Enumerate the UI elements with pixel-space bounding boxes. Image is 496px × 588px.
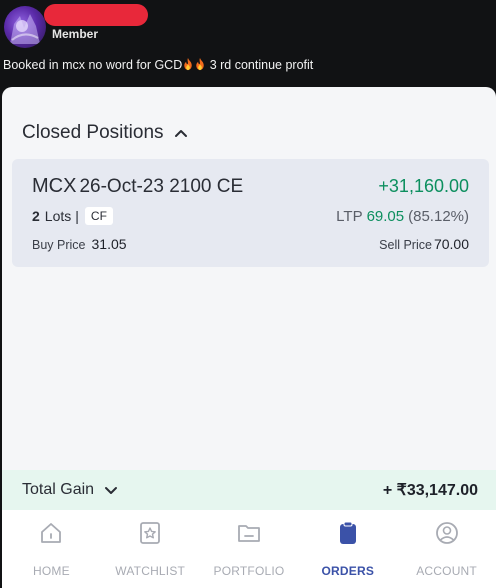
trading-app: Closed Positions MCX 26-Oct-23 2100 CE +3… — [2, 87, 496, 588]
buy-price-label: Buy Price — [32, 238, 86, 252]
contract-label: 26-Oct-23 2100 CE — [79, 176, 244, 197]
sell-price: Sell Price 70.00 — [379, 236, 469, 254]
nav-label-orders: ORDERS — [321, 564, 375, 578]
home-icon — [41, 523, 62, 543]
nav-account[interactable]: ACCOUNT — [397, 510, 496, 588]
nav-orders[interactable]: ORDERS — [298, 510, 397, 588]
folder-icon — [238, 525, 260, 542]
fire-icon — [184, 58, 192, 71]
role-badge: Member — [52, 27, 99, 41]
chat-message: Booked in mcx no word for GCD 3 rd conti… — [3, 58, 313, 72]
exchange-label: MCX — [32, 175, 77, 197]
sell-price-value: 70.00 — [433, 236, 469, 252]
nav-label-watchlist: WATCHLIST — [115, 564, 186, 578]
instrument-name: MCX 26-Oct-23 2100 CE — [32, 175, 243, 198]
total-gain-label: Total Gain — [22, 481, 95, 498]
bottom-nav: HOME WATCHLIST PORTFOLIO ORDERS ACCOUNT — [2, 510, 496, 588]
buy-price-value: 31.05 — [91, 236, 127, 252]
nav-portfolio[interactable]: PORTFOLIO — [200, 510, 299, 588]
message-text: Booked in mcx no word for GCD — [3, 58, 183, 72]
ltp-value: 69.05 — [366, 207, 405, 225]
clipboard-icon — [339, 521, 356, 544]
product-badge: CF — [84, 207, 113, 225]
nav-label-account: ACCOUNT — [416, 564, 477, 578]
chat-header: Member Booked in mcx no word for GCD 3 r… — [0, 0, 496, 86]
lots-info: 2 Lots | CF — [32, 207, 113, 225]
account-icon — [435, 522, 458, 544]
message-text-tail: 3 rd continue profit — [206, 58, 314, 72]
chevron-up-icon[interactable] — [174, 126, 188, 140]
ltp-label: LTP — [336, 207, 363, 225]
nav-home[interactable]: HOME — [2, 510, 101, 588]
position-card[interactable]: MCX 26-Oct-23 2100 CE +31,160.00 2 Lots |… — [12, 159, 489, 267]
star-icon — [140, 522, 161, 544]
nav-label-home: HOME — [32, 564, 70, 578]
lots-separator: | — [75, 208, 79, 224]
section-title: Closed Positions — [22, 122, 164, 143]
sell-price-label: Sell Price — [379, 238, 432, 252]
ltp-change: (85.12%) — [408, 207, 469, 225]
nav-label-portfolio: PORTFOLIO — [213, 564, 285, 578]
ltp-info: LTP 69.05 (85.12%) — [336, 208, 469, 225]
chevron-down-icon — [105, 487, 118, 494]
lots-count: 2 — [32, 208, 40, 224]
total-gain-value: + ₹33,147.00 — [382, 482, 478, 499]
username-redacted — [44, 4, 148, 26]
lots-label: Lots — [44, 208, 72, 224]
fire-icon — [196, 58, 204, 71]
total-gain-bar[interactable]: Total Gain + ₹33,147.00 — [2, 470, 496, 510]
avatar[interactable] — [4, 6, 46, 48]
nav-watchlist[interactable]: WATCHLIST — [101, 510, 200, 588]
total-gain-toggle[interactable]: Total Gain — [22, 481, 118, 499]
position-pnl: +31,160.00 — [378, 176, 469, 196]
closed-positions-header[interactable]: Closed Positions — [22, 122, 188, 144]
buy-price: Buy Price 31.05 — [32, 236, 127, 254]
